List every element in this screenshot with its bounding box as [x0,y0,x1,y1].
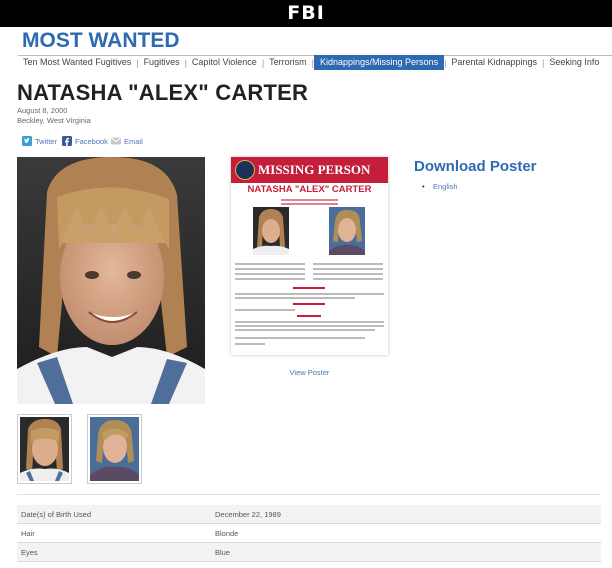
nav-item-parental-kidnappings[interactable]: Parental Kidnappings [446,55,542,70]
poster-section-title [293,303,325,305]
download-english-link[interactable]: English [422,182,458,191]
detail-value: Blonde [215,528,239,538]
poster-text-row [313,278,383,280]
detail-label: Eyes [21,547,38,557]
poster-text-row [235,329,375,331]
case-date: August 8, 2000 [17,106,68,115]
share-twitter-link[interactable]: Twitter [22,135,57,147]
poster-text-row [235,321,384,323]
nav-item-fugitives[interactable]: Fugitives [139,55,185,70]
poster-subject-name: NATASHA "ALEX" CARTER [247,184,372,195]
category-nav: Ten Most Wanted Fugitives | Fugitives | … [18,55,604,70]
nav-item-seeking-info[interactable]: Seeking Info [544,55,604,70]
section-title[interactable]: MOST WANTED [22,29,180,53]
detail-value: Blue [215,547,231,557]
envelope-icon [110,136,122,146]
poster-text-row [235,293,384,295]
nav-item-terrorism[interactable]: Terrorism [264,55,312,70]
table-row: Date(s) of Birth Used December 22, 1989 [17,505,601,524]
view-poster-link[interactable]: View Poster [231,368,388,377]
download-english-label: English [433,182,458,191]
nav-item-capitol-violence[interactable]: Capitol Violence [187,55,262,70]
details-table: Date(s) of Birth Used December 22, 1989 … [17,505,601,562]
poster-text-row [235,263,305,265]
poster-subline [281,203,338,205]
fbi-seal-icon [235,160,255,180]
facebook-icon [62,136,72,146]
twitter-label: Twitter [35,136,58,146]
photo-thumbnail-2[interactable] [87,414,142,484]
agency-banner: FBI [0,0,612,27]
detail-label: Date(s) of Birth Used [21,509,92,519]
share-facebook-link[interactable]: Facebook [62,135,108,147]
poster-text-row [235,325,384,327]
poster-text-row [313,268,383,270]
poster-text-row [235,268,305,270]
twitter-icon [22,136,32,146]
poster-text-row [235,343,265,345]
detail-value: December 22, 1989 [215,509,281,519]
poster-text-row [235,273,305,275]
nav-item-kidnappings-missing-persons[interactable]: Kidnappings/Missing Persons [314,55,445,70]
page-title: NATASHA "ALEX" CARTER [17,80,309,105]
poster-photo-child [253,207,289,255]
poster-preview[interactable]: MISSING PERSON NATASHA "ALEX" CARTER [231,157,388,355]
email-label: Email [124,136,143,146]
poster-section-title [297,315,321,317]
poster-text-row [313,263,383,265]
poster-subline [281,199,338,201]
poster-heading: MISSING PERSON [258,162,371,177]
poster-section-title [293,287,325,289]
poster-text-row [235,309,295,311]
poster-text-row [235,297,355,299]
share-email-link[interactable]: Email [110,135,143,147]
poster-text-row [235,337,365,339]
nav-item-ten-most-wanted[interactable]: Ten Most Wanted Fugitives [18,55,136,70]
detail-label: Hair [21,528,35,538]
agency-name: FBI [287,2,325,24]
details-divider [17,494,601,495]
poster-photo-age-progressed [329,207,365,255]
poster-text-row [235,278,305,280]
download-poster-heading: Download Poster [414,158,537,175]
case-location: Beckley, West Virginia [17,116,91,125]
poster-text-row [313,273,383,275]
table-row: Hair Blonde [17,524,601,543]
photo-thumbnail-1[interactable] [17,414,72,484]
subject-photo[interactable] [17,157,205,404]
facebook-label: Facebook [75,136,108,146]
table-row: Eyes Blue [17,543,601,562]
